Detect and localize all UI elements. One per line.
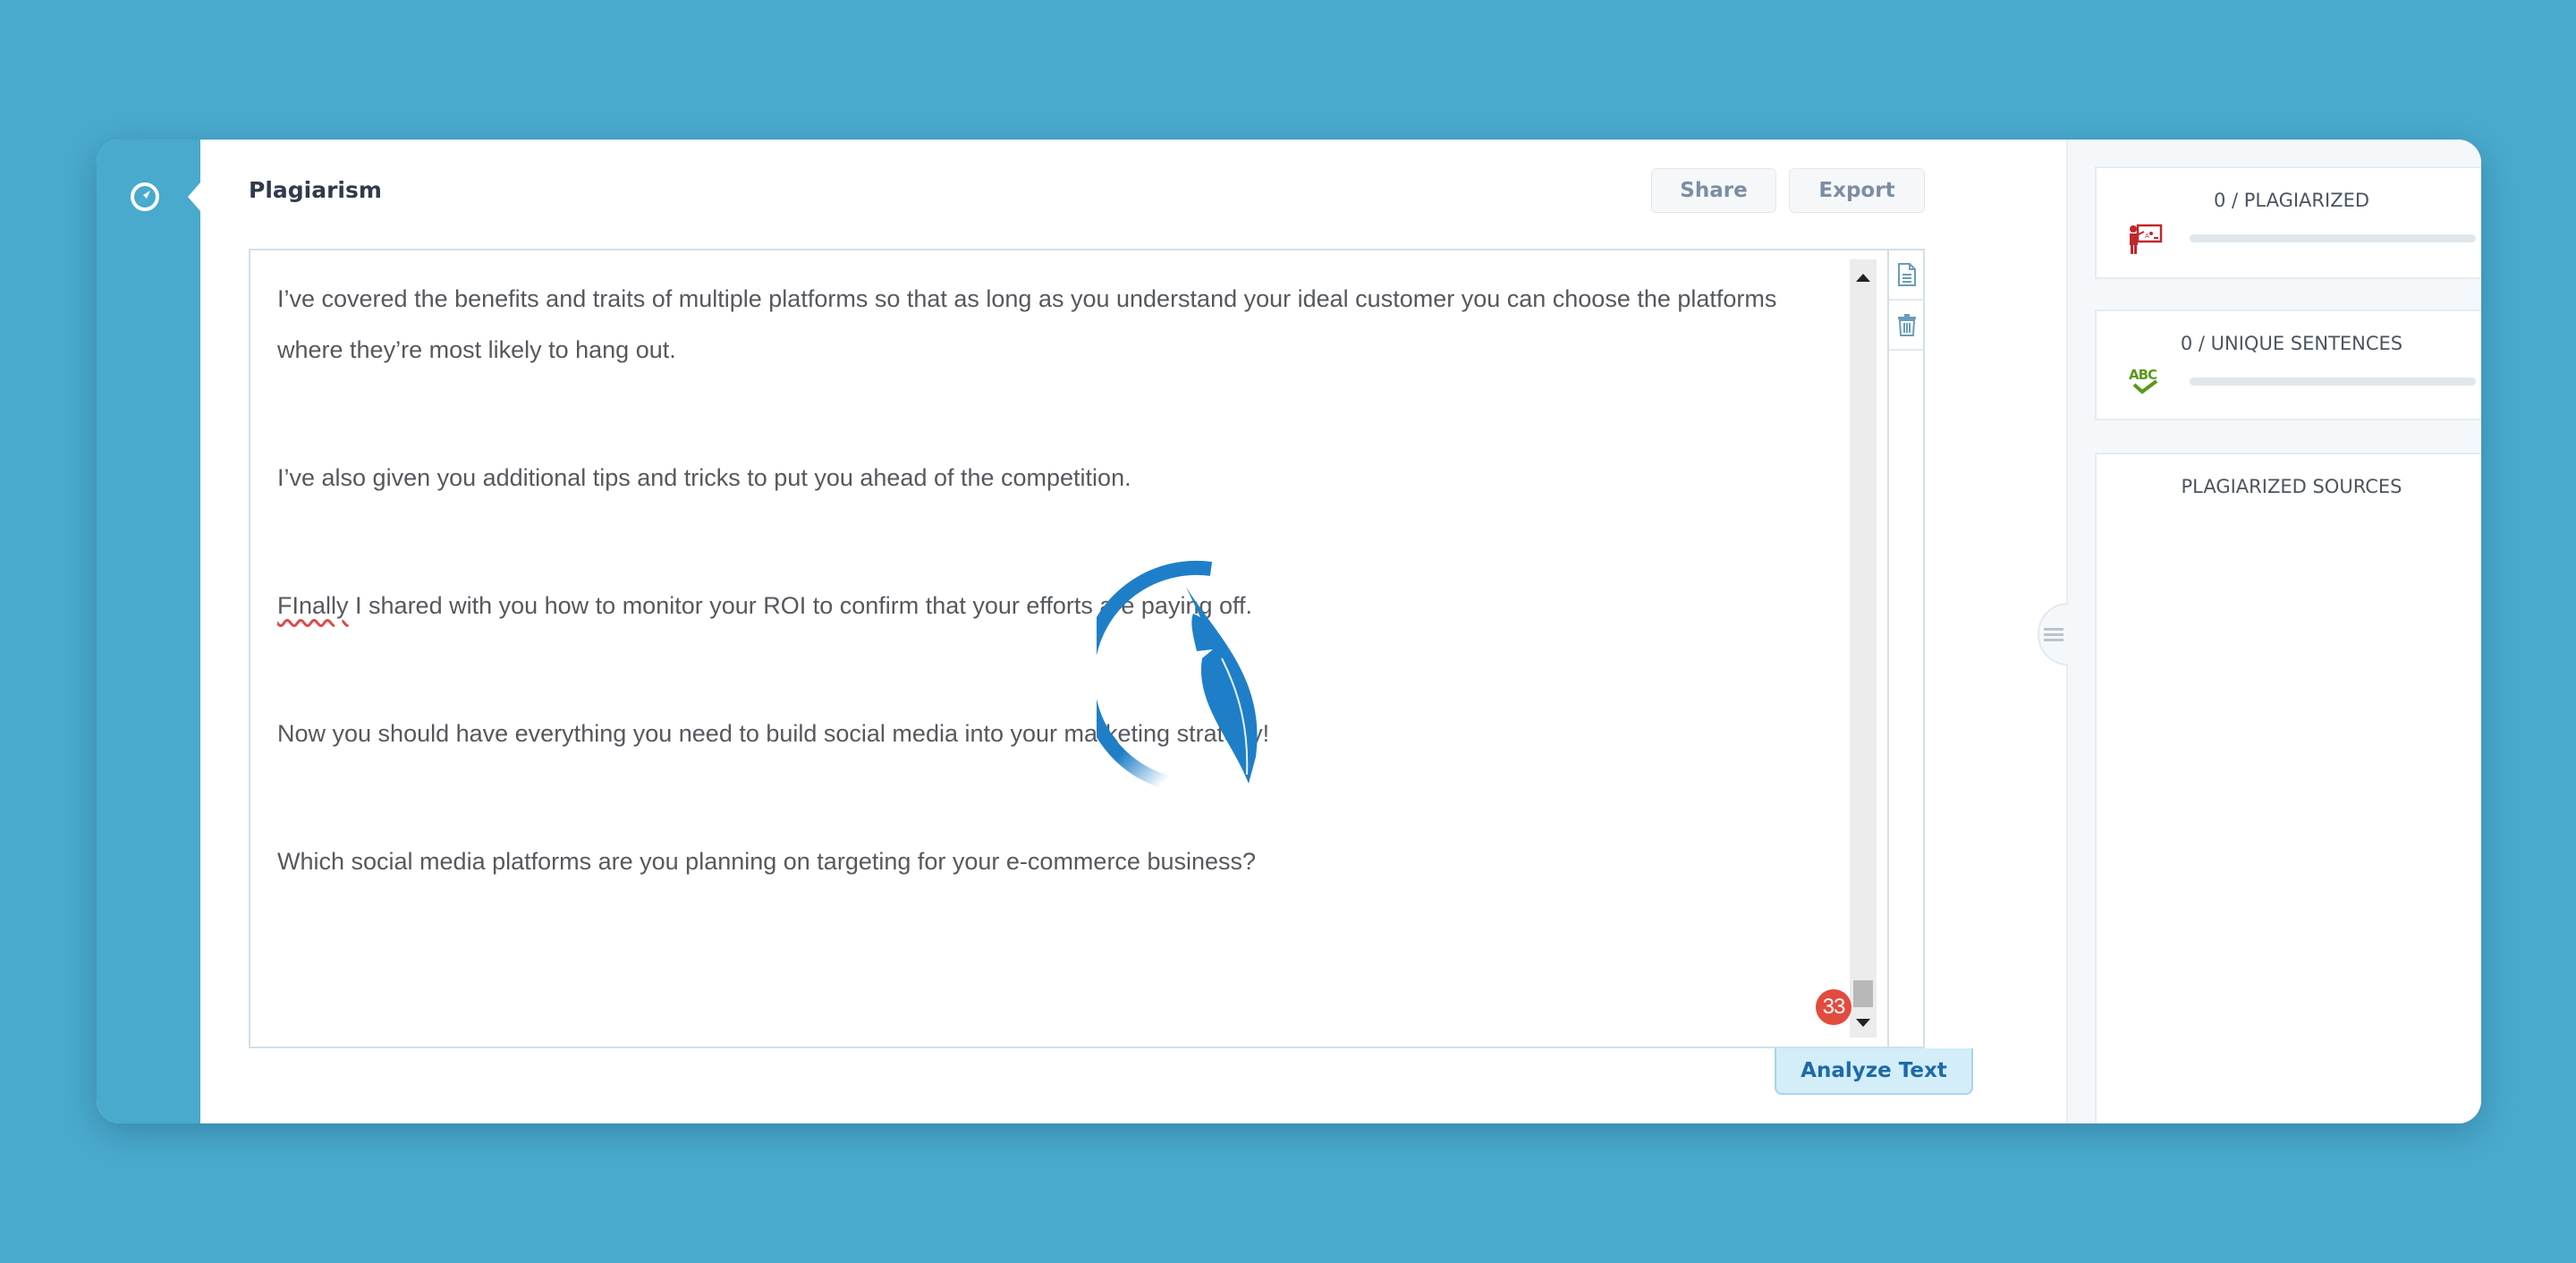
paragraph: I’ve also given you additional tips and … bbox=[277, 464, 1131, 491]
scroll-down-arrow-icon[interactable] bbox=[1856, 1019, 1870, 1027]
nav-rail bbox=[97, 140, 200, 1123]
paragraph: FInally I shared with you how to monitor… bbox=[277, 581, 1823, 632]
editor-text-area[interactable]: I’ve covered the benefits and traits of … bbox=[250, 250, 1850, 1047]
new-document-button[interactable] bbox=[1889, 250, 1925, 301]
paragraph: Now you should have everything you need … bbox=[277, 720, 1270, 747]
analyze-text-button[interactable]: Analyze Text bbox=[1775, 1048, 1973, 1095]
misspelled-word[interactable]: FInally bbox=[277, 592, 349, 619]
unique-sentences-progress bbox=[2190, 377, 2476, 386]
editor-toolbar bbox=[1887, 250, 1925, 1047]
plagiarized-card: 0 / PLAGIARIZED A bbox=[2095, 166, 2481, 279]
document-icon bbox=[1898, 263, 1916, 286]
main-panel: Plagiarism Share Export I’ve covered the… bbox=[200, 140, 2066, 1123]
unique-sentences-card: 0 / UNIQUE SENTENCES ABC bbox=[2095, 309, 2481, 420]
unique-sentences-label: 0 / UNIQUE SENTENCES bbox=[2180, 333, 2403, 354]
paragraph: I’ve covered the benefits and traits of … bbox=[277, 285, 1777, 363]
abc-check-icon: ABC bbox=[2129, 367, 2158, 394]
teacher-board-icon: A bbox=[2130, 224, 2163, 254]
issue-count-badge[interactable]: 33 bbox=[1816, 989, 1852, 1025]
plagiarized-progress bbox=[2190, 234, 2476, 242]
share-button[interactable]: Share bbox=[1651, 168, 1776, 213]
scroll-thumb[interactable] bbox=[1853, 980, 1873, 1007]
trash-icon bbox=[1898, 314, 1916, 336]
hamburger-icon bbox=[2044, 625, 2063, 644]
scroll-up-arrow-icon[interactable] bbox=[1856, 274, 1870, 282]
paragraph-text: I shared with you how to monitor your RO… bbox=[348, 592, 1253, 619]
compass-icon[interactable] bbox=[129, 181, 161, 213]
results-panel: 0 / PLAGIARIZED A 0 / UNIQUE SENTENCES A… bbox=[2038, 140, 2481, 1123]
active-nav-pointer bbox=[188, 182, 200, 211]
plagiarized-label: 0 / PLAGIARIZED bbox=[2213, 190, 2370, 211]
svg-text:A: A bbox=[2145, 233, 2149, 240]
page-title: Plagiarism bbox=[249, 177, 382, 203]
export-button[interactable]: Export bbox=[1789, 168, 1925, 213]
text-editor[interactable]: I’ve covered the benefits and traits of … bbox=[249, 249, 1925, 1048]
paragraph: Which social media platforms are you pla… bbox=[277, 848, 1257, 875]
plagiarized-sources-card: PLAGIARIZED SOURCES bbox=[2095, 453, 2481, 1123]
app-window: Plagiarism Share Export I’ve covered the… bbox=[97, 140, 2481, 1123]
clear-text-button[interactable] bbox=[1889, 301, 1925, 351]
svg-text:ABC: ABC bbox=[2129, 367, 2157, 383]
plagiarized-sources-label: PLAGIARIZED SOURCES bbox=[2181, 476, 2402, 497]
editor-scrollbar[interactable] bbox=[1850, 259, 1877, 1038]
